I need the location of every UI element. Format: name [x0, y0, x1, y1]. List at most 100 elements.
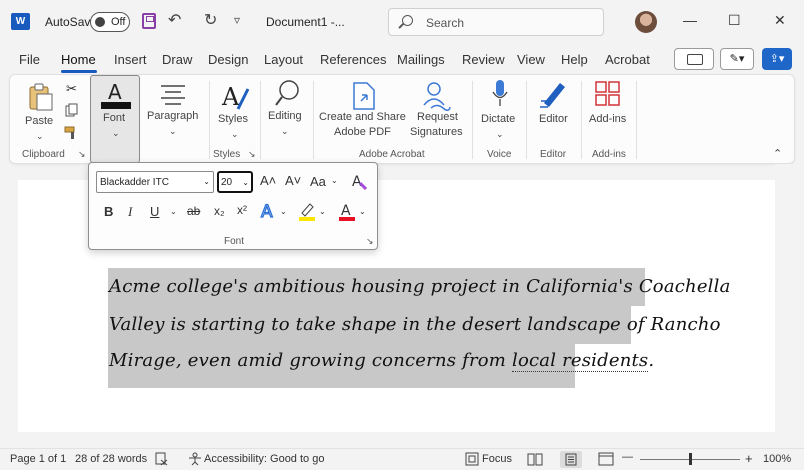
editor-pen-icon[interactable] — [538, 79, 568, 109]
tab-design[interactable]: Design — [208, 52, 248, 67]
font-button[interactable]: A Font ⌄ — [90, 75, 140, 163]
tab-review[interactable]: Review — [462, 52, 505, 67]
paste-label[interactable]: Paste — [25, 115, 53, 127]
copy-icon[interactable] — [65, 103, 79, 117]
zoom-slider-thumb[interactable] — [689, 453, 692, 465]
word-count[interactable]: 28 of 28 words — [75, 453, 147, 465]
zoom-in-button[interactable]: + — [745, 451, 753, 466]
accessibility-status[interactable]: Accessibility: Good to go — [204, 453, 324, 465]
font-name-field[interactable]: Blackadder ITC ⌄ — [96, 171, 214, 193]
read-mode-icon[interactable] — [527, 452, 543, 466]
editing-mode-button[interactable]: ✎▾ — [720, 48, 754, 70]
document-line-2[interactable]: Valley is starting to take shape in the … — [109, 314, 721, 335]
paragraph-icon[interactable] — [159, 83, 187, 105]
dictate-label[interactable]: Dictate — [481, 113, 515, 125]
create-pdf-icon[interactable] — [351, 81, 377, 111]
save-icon[interactable] — [142, 13, 156, 29]
chevron-down-icon[interactable]: ⌄ — [359, 207, 366, 216]
cut-icon[interactable]: ✂ — [66, 81, 77, 97]
close-button[interactable]: ✕ — [774, 12, 786, 29]
signatures-label[interactable]: Signatures — [410, 126, 463, 138]
request-label[interactable]: Request — [417, 111, 458, 123]
change-case-button[interactable]: Aa — [310, 174, 326, 189]
maximize-button[interactable]: ☐ — [728, 12, 741, 29]
font-color-icon[interactable]: A — [338, 201, 356, 221]
accessibility-icon[interactable] — [188, 452, 202, 466]
adobe-pdf-label[interactable]: Adobe PDF — [334, 126, 391, 138]
redo-icon[interactable]: ↻ — [204, 10, 217, 30]
avatar[interactable] — [635, 11, 657, 33]
styles-launcher-icon[interactable]: ↘ — [248, 149, 256, 160]
search-box[interactable]: Search — [388, 8, 604, 36]
customize-qat-icon[interactable]: ▿ — [234, 13, 240, 27]
paragraph-chevron-icon[interactable]: ⌄ — [169, 126, 177, 137]
clear-formatting-icon[interactable]: A — [351, 172, 367, 190]
tab-insert[interactable]: Insert — [114, 52, 147, 67]
tab-draw[interactable]: Draw — [162, 52, 192, 67]
bold-button[interactable]: B — [104, 204, 113, 219]
styles-chevron-icon[interactable]: ⌄ — [231, 129, 239, 140]
format-painter-icon[interactable] — [64, 126, 80, 140]
tab-mailings[interactable]: Mailings — [397, 52, 445, 67]
tab-acrobat[interactable]: Acrobat — [605, 52, 650, 67]
zoom-level[interactable]: 100% — [763, 453, 791, 465]
page-count[interactable]: Page 1 of 1 — [10, 453, 66, 465]
editing-search-icon[interactable] — [275, 79, 301, 107]
chevron-down-icon[interactable]: ⌄ — [242, 178, 249, 187]
proofing-icon[interactable] — [155, 452, 169, 466]
styles-label[interactable]: Styles — [218, 113, 248, 125]
editing-chevron-icon[interactable]: ⌄ — [281, 126, 289, 137]
collapse-ribbon-icon[interactable]: ⌃ — [773, 147, 782, 160]
underline-button[interactable]: U — [150, 204, 159, 219]
zoom-out-button[interactable]: — — [622, 451, 633, 463]
tab-layout[interactable]: Layout — [264, 52, 303, 67]
chevron-down-icon[interactable]: ⌄ — [319, 207, 326, 216]
document-line-3[interactable]: Mirage, even amid growing concerns from … — [109, 350, 654, 372]
paste-chevron-icon[interactable]: ⌄ — [36, 131, 44, 142]
superscript-button[interactable]: x² — [237, 203, 247, 217]
tab-help[interactable]: Help — [561, 52, 588, 67]
styles-icon[interactable]: A — [220, 81, 250, 113]
dialog-launcher-icon[interactable]: ↘ — [78, 149, 86, 160]
document-line-1[interactable]: Acme college's ambitious housing project… — [109, 276, 731, 297]
comments-button[interactable] — [674, 48, 714, 70]
autosave-toggle[interactable]: Off — [90, 12, 130, 32]
shrink-font-button[interactable]: A˅ — [285, 173, 301, 188]
paragraph-label[interactable]: Paragraph — [147, 110, 198, 122]
web-layout-icon[interactable] — [598, 452, 614, 466]
chevron-down-icon[interactable]: ⌄ — [203, 177, 210, 186]
tab-references[interactable]: References — [320, 52, 386, 67]
chevron-down-icon[interactable]: ⌄ — [331, 176, 338, 185]
create-share-label[interactable]: Create and Share — [319, 111, 406, 123]
focus-icon[interactable] — [465, 452, 479, 466]
flagged-phrase[interactable]: local residents — [512, 350, 649, 372]
italic-button[interactable]: I — [128, 204, 132, 220]
focus-label[interactable]: Focus — [482, 453, 512, 465]
strikethrough-button[interactable]: ab — [187, 204, 200, 218]
print-layout-button[interactable] — [560, 451, 582, 468]
tab-file[interactable]: File — [19, 52, 40, 67]
microphone-icon[interactable] — [491, 79, 509, 109]
document-title[interactable]: Document1 -... — [266, 15, 345, 29]
dictate-chevron-icon[interactable]: ⌄ — [496, 129, 504, 140]
text-effects-icon[interactable]: A — [260, 201, 278, 221]
highlight-color-icon[interactable] — [298, 201, 316, 221]
tab-home[interactable]: Home — [61, 52, 96, 67]
addins-grid-icon[interactable] — [595, 81, 621, 107]
vertical-scrollbar[interactable] — [775, 164, 804, 432]
editing-label[interactable]: Editing — [268, 110, 302, 122]
paste-icon[interactable] — [26, 83, 54, 111]
chevron-down-icon[interactable]: ⌄ — [170, 207, 177, 216]
addins-label[interactable]: Add-ins — [589, 113, 626, 125]
tab-view[interactable]: View — [517, 52, 545, 67]
undo-icon[interactable]: ↶ — [168, 10, 181, 30]
font-size-field[interactable]: 20 ⌄ — [217, 171, 253, 193]
editor-label[interactable]: Editor — [539, 113, 568, 125]
minimize-button[interactable]: — — [683, 12, 697, 28]
font-dialog-launcher-icon[interactable]: ↘ — [366, 236, 374, 247]
request-signatures-icon[interactable] — [421, 81, 451, 111]
grow-font-button[interactable]: A˄ — [260, 173, 276, 188]
share-button[interactable]: ⇪▾ — [762, 48, 792, 70]
subscript-button[interactable]: x₂ — [214, 204, 225, 218]
chevron-down-icon[interactable]: ⌄ — [280, 207, 287, 216]
